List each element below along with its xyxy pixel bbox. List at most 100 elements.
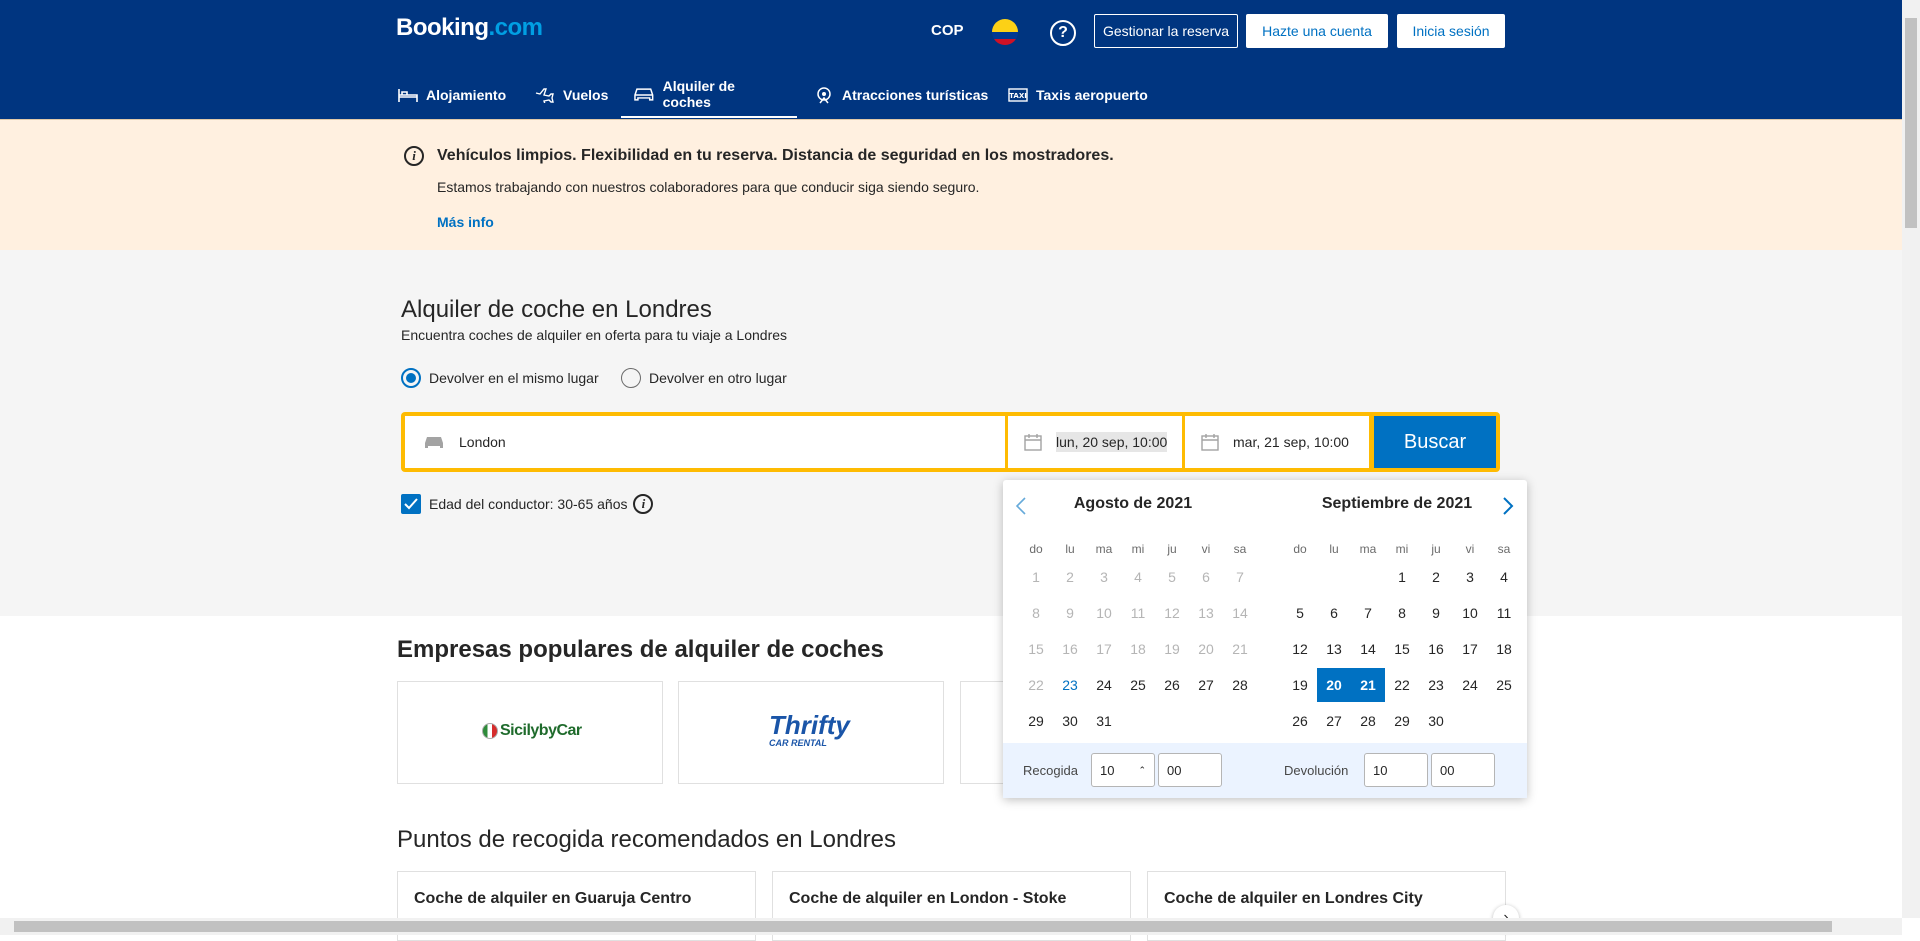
return-date-field[interactable]: mar, 21 sep, 10:00 [1185, 416, 1369, 468]
pickup-hour-select[interactable]: 10 ⌃ [1091, 753, 1155, 787]
calendar-day: 10 [1096, 605, 1112, 621]
calendar-icon [1024, 434, 1042, 451]
svg-text:TAXI: TAXI [1009, 92, 1027, 100]
calendar-day[interactable]: 25 [1487, 668, 1521, 702]
calendar-day[interactable]: 29 [1385, 704, 1419, 738]
radio-checked[interactable] [401, 368, 421, 388]
top-header: Booking.com COP ? Gestionar la reserva H… [0, 0, 1902, 119]
calendar-day[interactable]: 5 [1283, 596, 1317, 630]
banner-text: Estamos trabajando con nuestros colabora… [437, 179, 980, 195]
weekday-label: ju [1431, 542, 1441, 556]
search-button[interactable]: Buscar [1374, 416, 1496, 468]
weekday-label: do [1293, 542, 1307, 556]
radio-other-location[interactable]: Devolver en otro lugar [621, 368, 787, 388]
calendar-day: 20 [1198, 641, 1214, 657]
calendar-day[interactable]: 22 [1385, 668, 1419, 702]
calendar-day[interactable]: 27 [1189, 668, 1223, 702]
currency-selector[interactable]: COP [931, 22, 964, 39]
sign-in-button[interactable]: Inicia sesión [1397, 14, 1505, 48]
calendar-day[interactable]: 16 [1419, 632, 1453, 666]
calendar-day: 1 [1032, 569, 1040, 585]
calendar-day[interactable]: 20 [1317, 668, 1351, 702]
calendar-day[interactable]: 28 [1223, 668, 1257, 702]
calendar-day[interactable]: 2 [1419, 560, 1453, 594]
pickup-date-field[interactable]: lun, 20 sep, 10:00 [1008, 416, 1182, 468]
nav-item-stays[interactable]: Alojamiento [386, 72, 518, 118]
vertical-scrollbar[interactable] [1902, 0, 1920, 918]
weekday-label: sa [1497, 542, 1511, 556]
nav-item-attractions[interactable]: Atracciones turísticas [802, 72, 1000, 118]
calendar-day[interactable]: 3 [1453, 560, 1487, 594]
calendar-day[interactable]: 27 [1317, 704, 1351, 738]
colombia-flag-icon[interactable] [992, 19, 1018, 45]
company-card-thrifty[interactable]: Thrifty CAR RENTAL [678, 681, 944, 784]
return-hour-select[interactable]: 10 [1364, 753, 1428, 787]
car-icon [634, 88, 654, 101]
pickup-minute-select[interactable]: 00 [1158, 753, 1222, 787]
calendar-day[interactable]: 31 [1087, 704, 1121, 738]
calendar-day[interactable]: 9 [1419, 596, 1453, 630]
calendar-icon [1201, 434, 1219, 451]
calendar-day[interactable]: 19 [1283, 668, 1317, 702]
calendar-day[interactable]: 1 [1385, 560, 1419, 594]
create-account-button[interactable]: Hazte una cuenta [1246, 14, 1388, 48]
search-box: London lun, 20 sep, 10:00 mar, 21 sep, 1… [401, 412, 1500, 472]
weekday-label: ju [1167, 542, 1177, 556]
companies-title: Empresas populares de alquiler de coches [397, 636, 884, 663]
help-icon[interactable]: ? [1050, 20, 1076, 46]
calendar-day: 9 [1066, 605, 1074, 621]
calendar-day[interactable]: 21 [1351, 668, 1385, 702]
weekday-label: ma [1359, 542, 1377, 556]
radio-unchecked[interactable] [621, 368, 641, 388]
calendar-day: 16 [1062, 641, 1078, 657]
calendar-day[interactable]: 30 [1419, 704, 1453, 738]
calendar-day[interactable]: 8 [1385, 596, 1419, 630]
calendar-day: 5 [1168, 569, 1176, 585]
calendar-day: 19 [1164, 641, 1180, 657]
car-icon [425, 437, 443, 448]
checkbox-checked-icon[interactable] [401, 494, 421, 514]
calendar-day[interactable]: 10 [1453, 596, 1487, 630]
location-input[interactable]: London [405, 416, 1005, 468]
calendar-day[interactable]: 6 [1317, 596, 1351, 630]
nav-item-flights[interactable]: Vuelos [523, 72, 620, 118]
calendar-day[interactable]: 11 [1487, 596, 1521, 630]
calendar-day[interactable]: 12 [1283, 632, 1317, 666]
nav-item-car-rental[interactable]: Alquiler de coches [621, 72, 797, 118]
calendar-day[interactable]: 18 [1487, 632, 1521, 666]
more-info-link[interactable]: Más info [437, 214, 494, 230]
calendar-day[interactable]: 14 [1351, 632, 1385, 666]
calendar-day[interactable]: 29 [1019, 704, 1053, 738]
calendar-day[interactable]: 26 [1155, 668, 1189, 702]
calendar-day[interactable]: 23 [1053, 668, 1087, 702]
next-month-icon[interactable] [1502, 496, 1514, 516]
nav-item-airport-taxis[interactable]: TAXI Taxis aeropuerto [996, 72, 1160, 118]
info-icon: i [404, 146, 424, 166]
calendar-day[interactable]: 7 [1351, 596, 1385, 630]
info-icon[interactable]: i [633, 494, 654, 514]
calendar-day: 22 [1028, 677, 1044, 693]
calendar-day[interactable]: 4 [1487, 560, 1521, 594]
calendar-day[interactable]: 17 [1453, 632, 1487, 666]
weekday-label: ma [1095, 542, 1113, 556]
calendar-day[interactable]: 15 [1385, 632, 1419, 666]
calendar-day[interactable]: 28 [1351, 704, 1385, 738]
manage-booking-button[interactable]: Gestionar la reserva [1094, 14, 1238, 48]
calendar-day[interactable]: 24 [1087, 668, 1121, 702]
calendar-day[interactable]: 23 [1419, 668, 1453, 702]
weekday-label: do [1029, 542, 1043, 556]
calendar-day[interactable]: 25 [1121, 668, 1155, 702]
booking-logo[interactable]: Booking.com [396, 14, 543, 42]
calendar-day[interactable]: 30 [1053, 704, 1087, 738]
calendar-day[interactable]: 13 [1317, 632, 1351, 666]
calendar-day: 2 [1066, 569, 1074, 585]
calendar-day[interactable]: 24 [1453, 668, 1487, 702]
return-minute-select[interactable]: 00 [1431, 753, 1495, 787]
company-card-sicilybycar[interactable]: SicilybyCar [397, 681, 663, 784]
driver-age-checkbox[interactable]: Edad del conductor: 30-65 años i [401, 494, 654, 514]
calendar-day[interactable]: 26 [1283, 704, 1317, 738]
radio-same-location[interactable]: Devolver en el mismo lugar [401, 368, 599, 388]
page-title: Alquiler de coche en Londres [401, 296, 712, 323]
calendar-day: 8 [1032, 605, 1040, 621]
horizontal-scrollbar[interactable] [0, 918, 1902, 935]
